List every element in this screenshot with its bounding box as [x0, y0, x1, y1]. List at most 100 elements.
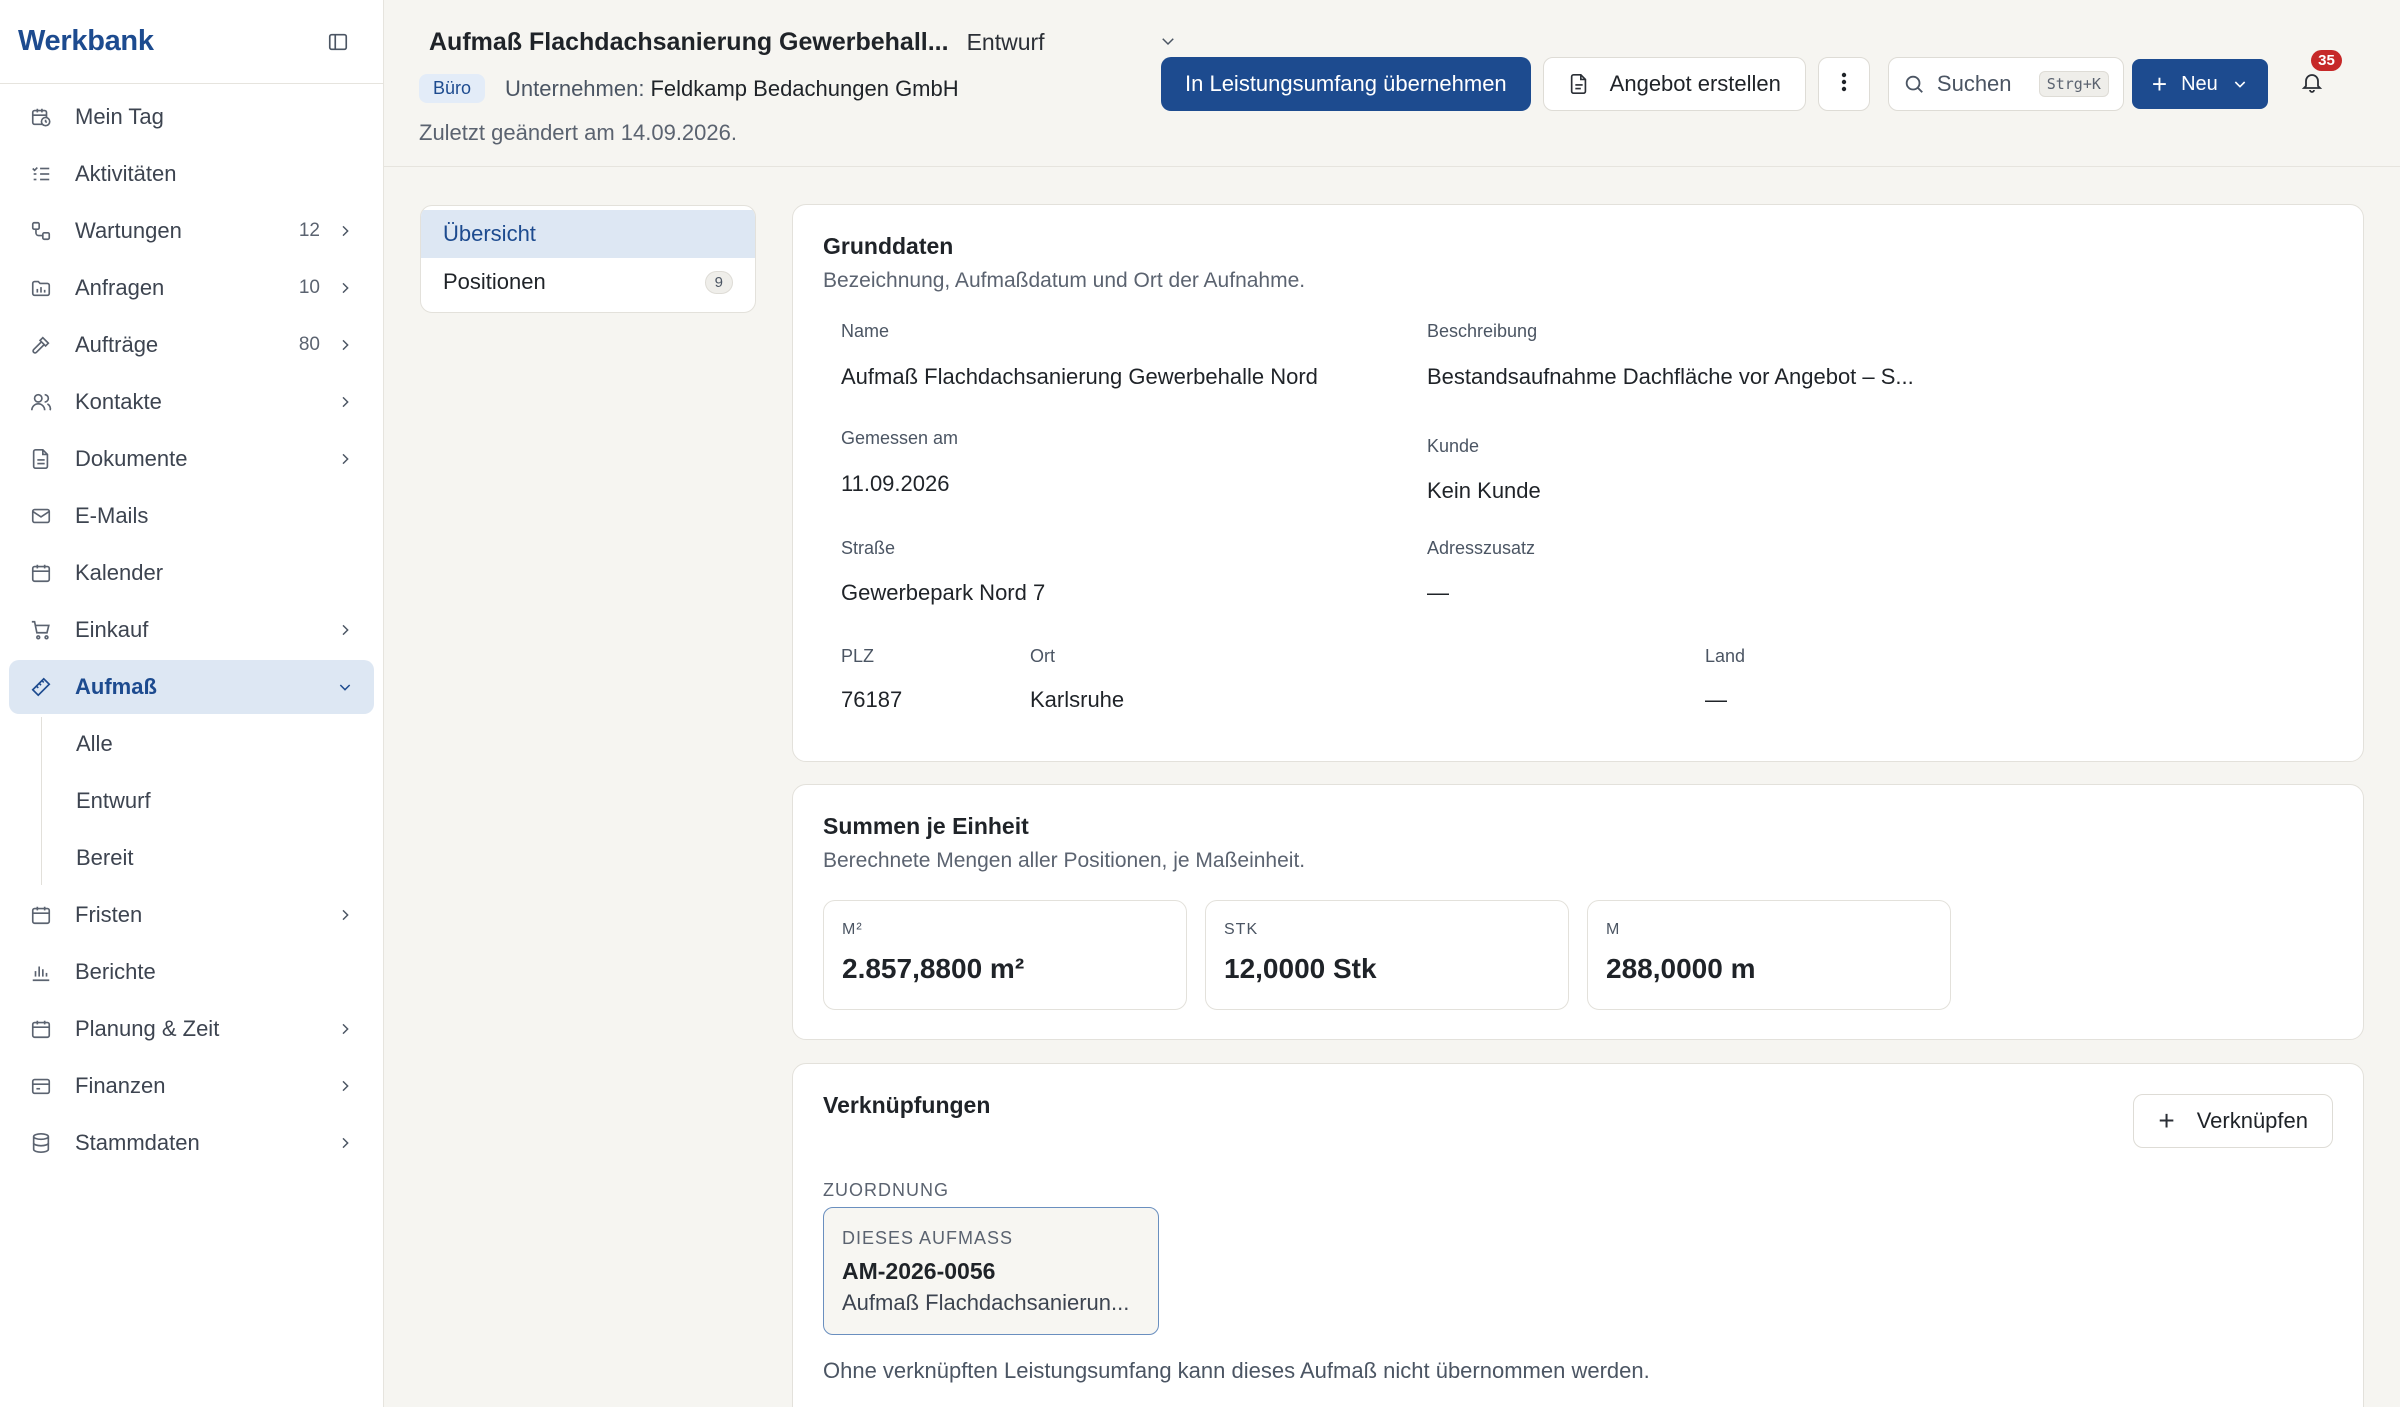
sidebar-item-count: 12	[298, 220, 320, 241]
field-label-customer: Kunde	[1427, 436, 1480, 456]
more-options-button[interactable]	[1817, 57, 1870, 111]
plus-icon: +	[2158, 1105, 2175, 1136]
sidebar-item-kalender[interactable]: Kalender	[9, 546, 374, 600]
chevron-down-icon	[334, 676, 356, 698]
brand-logo[interactable]: Werkbank	[18, 25, 154, 58]
field-label-city: Ort	[1030, 646, 1055, 666]
assoc-card-this-aufmass[interactable]: DIESES AUFMASS AM-2026-0056 Aufmaß Flach…	[823, 1207, 1159, 1335]
assoc-caption: DIESES AUFMASS	[842, 1228, 1014, 1248]
sidebar-item-finanzen[interactable]: Finanzen	[9, 1059, 374, 1113]
sidebar-item-aktivitaeten[interactable]: Aktivitäten	[9, 147, 374, 201]
sidebar-item-dokumente[interactable]: Dokumente	[9, 432, 374, 486]
field-value-date[interactable]: 11.09.2026	[841, 471, 949, 497]
search-shortcut: Strg+K	[2038, 71, 2109, 97]
brand-row: Werkbank	[0, 0, 383, 84]
sidebar-item-aufmass[interactable]: Aufmaß	[9, 660, 374, 714]
sidebar-item-stammdaten[interactable]: Stammdaten	[9, 1116, 374, 1170]
status-value: Entwurf	[966, 29, 1045, 55]
sidebar-item-berichte[interactable]: Berichte	[9, 945, 374, 999]
link-button-label: Verknüpfen	[2196, 1108, 2308, 1133]
database-icon	[27, 1129, 55, 1157]
assignment-caption: ZUORDNUNG	[823, 1180, 949, 1200]
sidebar-item-label: Finanzen	[75, 1073, 166, 1098]
tab-label: Positionen	[443, 269, 546, 294]
checklist-icon	[27, 160, 55, 188]
sidebar-item-label: Kontakte	[75, 389, 162, 414]
sidebar-item-label: Berichte	[75, 959, 156, 984]
notifications-button[interactable]: 35	[2292, 50, 2342, 104]
tab-uebersicht[interactable]: Übersicht	[421, 210, 755, 258]
sidebar-item-label: E-Mails	[75, 503, 149, 528]
field-label-country: Land	[1705, 646, 1746, 666]
sidebar-item-kontakte[interactable]: Kontakte	[9, 375, 374, 429]
sidebar-item-anfragen[interactable]: Anfragen 10	[9, 261, 374, 315]
field-value-city[interactable]: Karlsruhe	[1030, 687, 1124, 713]
chevron-right-icon	[334, 904, 356, 926]
hammer-icon	[27, 331, 55, 359]
search-icon	[1903, 73, 1925, 95]
create-offer-label: Angebot erstellen	[1609, 71, 1781, 96]
sum-value: 2.857,8800 m²	[842, 953, 1025, 984]
sidebar-item-count: 80	[298, 334, 320, 355]
card-grunddaten: Grunddaten Bezeichnung, Aufmaßdatum und …	[792, 204, 2364, 762]
wallet-icon	[27, 1072, 55, 1100]
sidebar-subitem-alle[interactable]: Alle	[42, 717, 374, 771]
chevron-right-icon	[334, 220, 356, 242]
field-label-date: Gemessen am	[841, 428, 959, 448]
calendar-clock-icon	[27, 103, 55, 131]
company-label: Unternehmen:	[505, 75, 645, 101]
sidebar-item-auftraege[interactable]: Aufträge 80	[9, 318, 374, 372]
link-button[interactable]: + Verknüpfen	[2133, 1094, 2333, 1148]
chevron-down-icon	[2232, 76, 2248, 92]
calendar-icon	[27, 901, 55, 929]
sidebar-item-label: Kalender	[75, 560, 164, 585]
company-name[interactable]: Feldkamp Bedachungen GmbH	[650, 76, 958, 102]
field-value-street[interactable]: Gewerbepark Nord 7	[841, 580, 1045, 606]
field-value-zip[interactable]: 76187	[841, 687, 902, 713]
status-select[interactable]: Entwurf	[967, 29, 1177, 56]
sidebar-item-wartungen[interactable]: Wartungen 12	[9, 204, 374, 258]
sidebar-item-label: Dokumente	[75, 446, 188, 471]
field-value-name[interactable]: Aufmaß Flachdachsanierung Gewerbehalle N…	[841, 364, 1318, 390]
sidebar-subitem-bereit[interactable]: Bereit	[42, 831, 374, 885]
sidebar-item-count: 10	[298, 277, 320, 298]
chevron-right-icon	[334, 619, 356, 641]
field-value-address-extra[interactable]: —	[1427, 580, 1449, 606]
new-button[interactable]: + Neu	[2131, 59, 2268, 109]
field-value-description[interactable]: Bestandsaufnahme Dachfläche vor Angebot …	[1427, 364, 1914, 390]
folder-icon	[27, 274, 55, 302]
sidebar-item-einkauf[interactable]: Einkauf	[9, 603, 374, 657]
sidebar: Werkbank Mein Tag Aktivitäten Wartungen …	[0, 0, 384, 1407]
sidebar-item-planung-zeit[interactable]: Planung & Zeit	[9, 1002, 374, 1056]
field-value-country[interactable]: —	[1705, 687, 1727, 713]
sum-unit: STK	[1224, 921, 1259, 938]
sum-unit: M²	[842, 921, 863, 938]
sidebar-subitem-entwurf[interactable]: Entwurf	[42, 774, 374, 828]
sidebar-item-label: Aufträge	[75, 332, 159, 357]
document-icon	[1568, 73, 1590, 95]
mail-icon	[27, 502, 55, 530]
tab-positionen[interactable]: Positionen 9	[421, 258, 755, 306]
ruler-icon	[27, 673, 55, 701]
card-subtitle: Berechnete Mengen aller Positionen, je M…	[823, 849, 1306, 872]
sidebar-item-mein-tag[interactable]: Mein Tag	[9, 90, 374, 144]
sidebar-item-label: Wartungen	[75, 218, 182, 243]
link-hint: Ohne verknüpften Leistungsumfang kann di…	[823, 1358, 1650, 1383]
chevron-right-icon	[334, 448, 356, 470]
transfer-to-scope-button[interactable]: In Leistungsumfang übernehmen	[1161, 57, 1531, 111]
field-value-customer[interactable]: Kein Kunde	[1427, 478, 1541, 504]
sidebar-item-label: Fristen	[75, 902, 143, 927]
sidebar-item-emails[interactable]: E-Mails	[9, 489, 374, 543]
sum-value: 12,0000 Stk	[1224, 953, 1377, 984]
sidebar-item-label: Planung & Zeit	[75, 1016, 220, 1041]
create-offer-button[interactable]: Angebot erstellen	[1542, 57, 1806, 111]
sidebar-item-fristen[interactable]: Fristen	[9, 888, 374, 942]
sidebar-item-label: Mein Tag	[75, 104, 164, 129]
global-search[interactable]: Suchen Strg+K	[1887, 57, 2124, 111]
card-subtitle: Bezeichnung, Aufmaßdatum und Ort der Auf…	[823, 269, 1306, 292]
field-label-zip: PLZ	[841, 646, 875, 666]
sidebar-toggle-icon[interactable]	[323, 27, 353, 57]
chevron-down-icon	[1159, 29, 1177, 56]
sidebar-item-label: Aktivitäten	[75, 161, 177, 186]
page-header: Aufmaß Flachdachsanierung Gewerbehall...…	[384, 0, 2400, 167]
